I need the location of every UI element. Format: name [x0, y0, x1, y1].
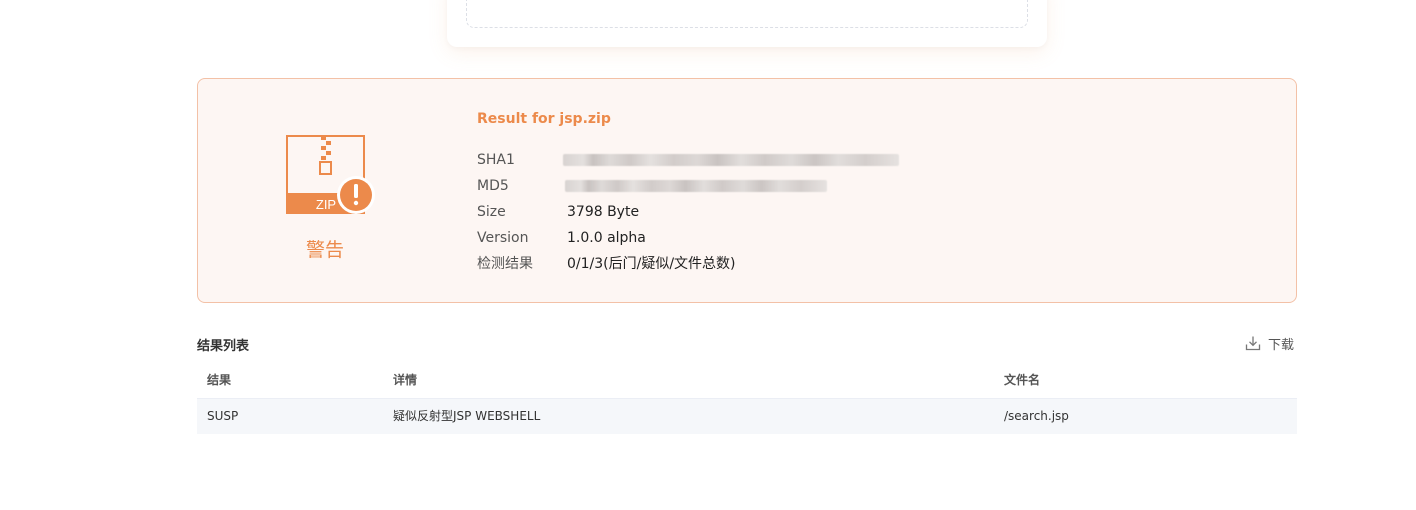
cell-result: SUSP	[207, 409, 239, 423]
column-header-result[interactable]: 结果	[207, 362, 231, 398]
column-header-detail[interactable]: 详情	[393, 362, 417, 398]
column-header-filename[interactable]: 文件名	[1004, 362, 1040, 398]
zip-file-icon: ZIP	[286, 135, 375, 214]
page: ZIP 警告 Result for jsp.zip SHA1 MD5 Size …	[0, 0, 1416, 510]
info-key: MD5	[477, 178, 509, 194]
download-button[interactable]: 下载	[1245, 334, 1295, 353]
info-key: Version	[477, 230, 529, 246]
result-panel: ZIP 警告 Result for jsp.zip SHA1 MD5 Size …	[197, 78, 1297, 303]
status-label: 警告	[305, 239, 344, 261]
cell-filename: /search.jsp	[1004, 409, 1069, 423]
upload-card	[447, 0, 1047, 47]
info-key: Size	[477, 204, 506, 220]
info-key: 检测结果	[477, 256, 533, 272]
cell-detail: 疑似反射型JSP WEBSHELL	[393, 409, 541, 423]
results-table: 结果 详情 文件名 SUSP 疑似反射型JSP WEBSHELL /search…	[197, 362, 1297, 434]
sha1-redacted-value	[563, 154, 899, 166]
info-key: SHA1	[477, 152, 515, 168]
zip-icon-text: ZIP	[316, 197, 336, 212]
table-row[interactable]: SUSP 疑似反射型JSP WEBSHELL /search.jsp	[197, 399, 1297, 434]
download-label: 下载	[1268, 337, 1295, 353]
download-icon	[1245, 336, 1261, 351]
md5-redacted-value	[565, 180, 827, 192]
upload-dropzone[interactable]	[466, 0, 1028, 28]
table-header: 结果 详情 文件名	[197, 362, 1297, 399]
info-value: 1.0.0 alpha	[567, 230, 646, 246]
result-title: Result for jsp.zip	[477, 111, 611, 127]
results-list-title: 结果列表	[197, 339, 250, 354]
warning-icon	[337, 176, 375, 214]
info-value: 3798 Byte	[567, 204, 640, 220]
info-value: 0/1/3(后门/疑似/文件总数)	[567, 256, 736, 272]
